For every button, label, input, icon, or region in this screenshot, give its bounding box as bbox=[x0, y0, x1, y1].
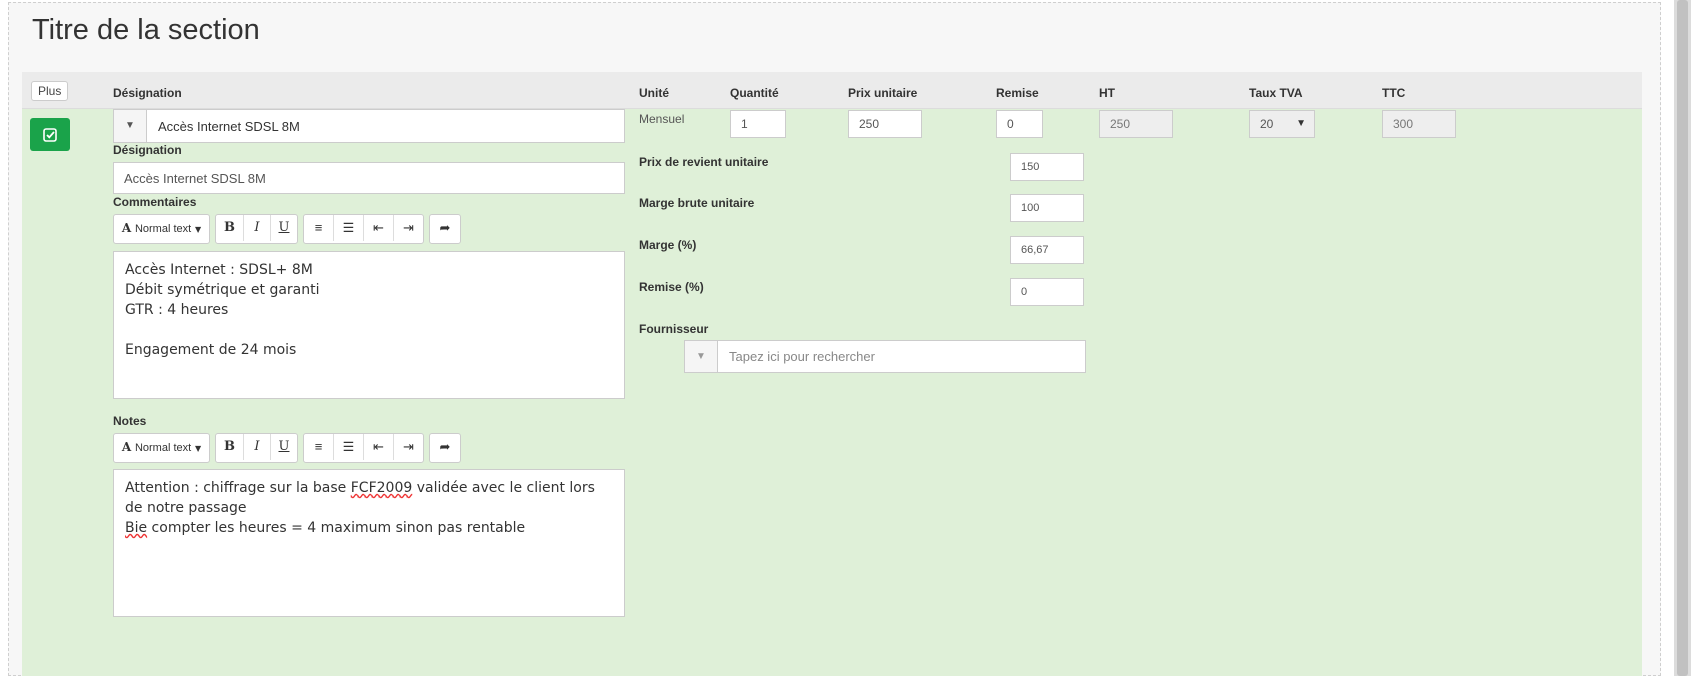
underline-button[interactable]: U bbox=[271, 434, 297, 460]
caret-down-icon: ▼ bbox=[195, 444, 202, 453]
list-group: ≡ ☰ ⇤ ⇥ bbox=[303, 433, 424, 463]
italic-button[interactable]: I bbox=[244, 434, 271, 460]
share-arrow-icon: ➦ bbox=[439, 220, 451, 235]
bold-button[interactable]: B bbox=[216, 434, 244, 460]
caret-down-icon: ▼ bbox=[195, 225, 202, 234]
scrollbar-thumb[interactable] bbox=[1677, 0, 1688, 676]
prix-revient-label: Prix de revient unitaire bbox=[639, 155, 769, 169]
prix-unitaire-input[interactable] bbox=[848, 110, 922, 138]
commentaires-editor[interactable]: Accès Internet : SDSL+ 8M Débit symétriq… bbox=[113, 251, 625, 399]
taux-tva-value: 20 bbox=[1260, 117, 1274, 131]
text-style-label: Normal text bbox=[134, 223, 192, 235]
taux-tva-select[interactable]: 20 ▼ bbox=[1249, 110, 1315, 138]
unite-value: Mensuel bbox=[639, 112, 685, 126]
share-group: ➦ bbox=[429, 433, 461, 463]
text-style-dropdown[interactable]: A Normal text ▼ bbox=[113, 433, 210, 463]
commentaires-line: GTR : 4 heures bbox=[125, 302, 229, 318]
italic-button[interactable]: I bbox=[244, 215, 271, 241]
col-header-ttc: TTC bbox=[1382, 86, 1406, 100]
product-select[interactable]: ▼ Accès Internet SDSL 8M bbox=[113, 109, 625, 143]
col-header-taux-tva: Taux TVA bbox=[1249, 86, 1303, 100]
section-title: Titre de la section bbox=[32, 14, 260, 46]
text-style-dropdown[interactable]: A Normal text ▼ bbox=[113, 214, 210, 244]
commentaires-line: Débit symétrique et garanti bbox=[125, 282, 320, 298]
caret-down-icon: ▼ bbox=[1296, 118, 1306, 129]
line-row-edit: ▼ Accès Internet SDSL 8M Mensuel 20 ▼ Dé… bbox=[22, 109, 1642, 676]
share-group: ➦ bbox=[429, 214, 461, 244]
redo-button[interactable]: ➦ bbox=[430, 434, 460, 460]
validate-line-button[interactable] bbox=[30, 118, 70, 151]
outdent-button[interactable]: ⇤ bbox=[364, 434, 394, 460]
col-header-ht: HT bbox=[1099, 86, 1115, 100]
format-group: B I U bbox=[215, 214, 298, 244]
notes-line-2: Bie compter les heures = 4 maximum sinon… bbox=[125, 520, 526, 536]
commentaires-label: Commentaires bbox=[113, 195, 197, 209]
bullet-list-button[interactable]: ≡ bbox=[304, 434, 334, 460]
marge-pct-label: Marge (%) bbox=[639, 238, 697, 252]
col-header-prix-unitaire: Prix unitaire bbox=[848, 86, 918, 100]
commentaires-line bbox=[125, 320, 613, 340]
outdent-icon: ⇤ bbox=[373, 220, 384, 235]
remise-pct-input[interactable] bbox=[1010, 278, 1084, 306]
format-group: B I U bbox=[215, 433, 298, 463]
bullet-list-button[interactable]: ≡ bbox=[304, 215, 334, 241]
designation-input[interactable] bbox=[113, 162, 625, 194]
marge-pct-input[interactable] bbox=[1010, 236, 1084, 264]
indent-button[interactable]: ⇥ bbox=[394, 215, 423, 241]
remise-pct-label: Remise (%) bbox=[639, 280, 704, 294]
marge-brute-label: Marge brute unitaire bbox=[639, 196, 755, 210]
product-select-value: Accès Internet SDSL 8M bbox=[158, 119, 300, 134]
indent-icon: ⇥ bbox=[403, 439, 414, 454]
caret-down-icon[interactable]: ▼ bbox=[685, 341, 718, 372]
commentaires-line: Accès Internet : SDSL+ 8M bbox=[125, 262, 313, 278]
numbered-list-button[interactable]: ☰ bbox=[334, 215, 364, 241]
ht-input bbox=[1099, 110, 1173, 138]
commentaires-line: Engagement de 24 mois bbox=[125, 342, 297, 358]
underline-button[interactable]: U bbox=[271, 215, 297, 241]
prix-revient-input[interactable] bbox=[1010, 153, 1084, 181]
redo-button[interactable]: ➦ bbox=[430, 215, 460, 241]
list-group: ≡ ☰ ⇤ ⇥ bbox=[303, 214, 424, 244]
fournisseur-select[interactable]: ▼ Tapez ici pour rechercher bbox=[684, 340, 1086, 373]
indent-icon: ⇥ bbox=[403, 220, 414, 235]
text-style-label: Normal text bbox=[134, 442, 192, 454]
list-ol-icon: ☰ bbox=[342, 439, 355, 454]
list-ul-icon: ≡ bbox=[314, 220, 323, 235]
check-square-icon bbox=[43, 128, 57, 142]
spellcheck-word: Bie bbox=[125, 520, 148, 536]
col-header-quantite: Quantité bbox=[730, 86, 779, 100]
numbered-list-button[interactable]: ☰ bbox=[334, 434, 364, 460]
fournisseur-placeholder: Tapez ici pour rechercher bbox=[729, 349, 875, 364]
bold-button[interactable]: B bbox=[216, 215, 244, 241]
plus-button[interactable]: Plus bbox=[31, 81, 69, 101]
share-arrow-icon: ➦ bbox=[439, 439, 451, 454]
lines-table-header: Plus Désignation Unité Quantité Prix uni… bbox=[22, 72, 1642, 109]
col-header-unite: Unité bbox=[639, 86, 669, 100]
ttc-input bbox=[1382, 110, 1456, 138]
quantite-input[interactable] bbox=[730, 110, 786, 138]
list-ul-icon: ≡ bbox=[314, 439, 323, 454]
spellcheck-word: FCF2009 bbox=[350, 480, 413, 496]
col-header-remise: Remise bbox=[996, 86, 1039, 100]
designation-label: Désignation bbox=[113, 143, 182, 157]
outdent-button[interactable]: ⇤ bbox=[364, 215, 394, 241]
indent-button[interactable]: ⇥ bbox=[394, 434, 423, 460]
font-icon: A bbox=[121, 440, 132, 454]
notes-line-1: Attention : chiffrage sur la base FCF200… bbox=[125, 480, 595, 516]
remise-input[interactable] bbox=[996, 110, 1043, 138]
caret-down-icon[interactable]: ▼ bbox=[114, 110, 147, 142]
outdent-icon: ⇤ bbox=[373, 439, 384, 454]
font-icon: A bbox=[121, 221, 132, 235]
fournisseur-label: Fournisseur bbox=[639, 322, 709, 336]
marge-brute-input[interactable] bbox=[1010, 194, 1084, 222]
col-header-designation: Désignation bbox=[113, 86, 182, 100]
page-scrollbar[interactable] bbox=[1674, 0, 1691, 676]
list-ol-icon: ☰ bbox=[342, 220, 355, 235]
notes-label: Notes bbox=[113, 414, 147, 428]
notes-editor[interactable]: Attention : chiffrage sur la base FCF200… bbox=[113, 469, 625, 617]
